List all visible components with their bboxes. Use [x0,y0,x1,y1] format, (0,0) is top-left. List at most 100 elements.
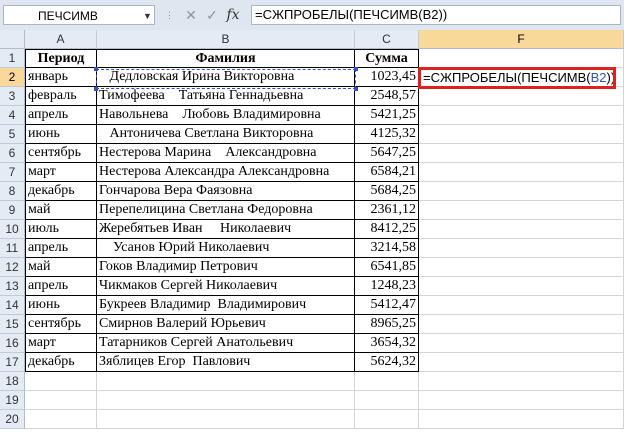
table-cell[interactable]: Перепелицина Светлана Федоровна [97,201,355,220]
row-header[interactable]: 10 [0,220,25,239]
row-header[interactable]: 15 [0,315,25,334]
row-header[interactable]: 20 [0,410,25,429]
empty-cell[interactable] [97,391,355,410]
row-header[interactable]: 12 [0,258,25,277]
table-cell[interactable]: Нестерова Александра Александровна [97,163,355,182]
row-header[interactable]: 1 [0,49,25,68]
table-cell[interactable]: Чикмаков Сергей Николаевич [97,277,355,296]
empty-cell[interactable] [419,220,624,239]
empty-cell[interactable] [419,239,624,258]
table-cell[interactable]: сентябрь [25,144,97,163]
empty-cell[interactable] [25,410,97,429]
table-cell[interactable]: Усанов Юрий Николаевич [97,239,355,258]
table-cell[interactable]: апрель [25,239,97,258]
table-cell[interactable]: март [25,334,97,353]
table-cell[interactable]: Дедловская Ирина Викторовна [97,68,355,87]
table-cell[interactable]: 1248,23 [355,277,419,296]
row-header[interactable]: 18 [0,372,25,391]
row-header[interactable]: 8 [0,182,25,201]
drag-handle-icon[interactable]: ⋮ [165,5,174,25]
table-cell[interactable]: Зяблицев Егор Павлович [97,353,355,372]
empty-cell[interactable] [419,144,624,163]
empty-cell[interactable] [419,125,624,144]
row-header[interactable]: 7 [0,163,25,182]
row-header[interactable]: 3 [0,87,25,106]
table-cell[interactable]: Тимофеева Татьяна Геннадьевна [97,87,355,106]
table-cell[interactable]: февраль [25,87,97,106]
table-cell[interactable]: 5421,25 [355,106,419,125]
formula-input[interactable]: =СЖПРОБЕЛЫ(ПЕЧСИМВ(B2)) [251,5,621,25]
empty-cell[interactable] [419,163,624,182]
empty-cell[interactable] [97,372,355,391]
editing-cell-f2[interactable]: =СЖПРОБЕЛЫ(ПЕЧСИМВ(B2)) [418,67,616,89]
table-cell[interactable]: июнь [25,296,97,315]
insert-function-button[interactable]: fx [224,5,242,25]
table-cell[interactable]: Гончарова Вера Фаязовна [97,182,355,201]
table-cell[interactable]: апрель [25,106,97,125]
row-header[interactable]: 6 [0,144,25,163]
row-header[interactable]: 19 [0,391,25,410]
row-header[interactable]: 16 [0,334,25,353]
empty-cell[interactable] [355,391,419,410]
empty-cell[interactable] [419,372,624,391]
table-cell[interactable]: 5647,25 [355,144,419,163]
row-header[interactable]: 17 [0,353,25,372]
table-cell[interactable]: Букреев Владимир Владимирович [97,296,355,315]
table-cell[interactable]: 5624,32 [355,353,419,372]
table-cell[interactable]: июнь [25,125,97,144]
empty-cell[interactable] [419,182,624,201]
empty-cell[interactable] [419,353,624,372]
select-all-corner[interactable] [0,30,25,49]
chevron-down-icon[interactable]: ▼ [143,6,152,26]
row-header[interactable]: 11 [0,239,25,258]
table-header-cell[interactable]: Фамилия [97,49,355,68]
row-header[interactable]: 13 [0,277,25,296]
table-cell[interactable]: 1023,45 [355,68,419,87]
empty-cell[interactable] [419,49,624,68]
table-cell[interactable]: 6584,21 [355,163,419,182]
table-header-cell[interactable]: Сумма [355,49,419,68]
table-cell[interactable]: 2361,12 [355,201,419,220]
table-cell[interactable]: 3654,32 [355,334,419,353]
name-box[interactable]: ПЕЧСИМВ [3,5,155,25]
empty-cell[interactable] [97,410,355,429]
column-header-b[interactable]: B [97,30,355,49]
table-cell[interactable]: январь [25,68,97,87]
enter-icon[interactable]: ✓ [203,5,221,25]
table-cell[interactable]: Гоков Владимир Петрович [97,258,355,277]
column-header-c[interactable]: C [355,30,419,49]
row-header[interactable]: 5 [0,125,25,144]
column-header-a[interactable]: A [25,30,97,49]
table-header-cell[interactable]: Период [25,49,97,68]
table-cell[interactable]: 5684,25 [355,182,419,201]
empty-cell[interactable] [419,258,624,277]
table-cell[interactable]: 8965,25 [355,315,419,334]
empty-cell[interactable] [419,87,624,106]
table-cell[interactable]: апрель [25,277,97,296]
empty-cell[interactable] [25,372,97,391]
row-header[interactable]: 2 [0,68,25,87]
table-cell[interactable]: Нестерова Марина Александровна [97,144,355,163]
empty-cell[interactable] [419,277,624,296]
table-cell[interactable]: май [25,201,97,220]
table-cell[interactable]: 2548,57 [355,87,419,106]
table-cell[interactable]: Навольнева Любовь Владимировна [97,106,355,125]
empty-cell[interactable] [419,201,624,220]
empty-cell[interactable] [419,106,624,125]
empty-cell[interactable] [355,410,419,429]
table-cell[interactable]: Антоничева Светлана Викторовна [97,125,355,144]
table-cell[interactable]: 6541,85 [355,258,419,277]
table-cell[interactable]: 4125,32 [355,125,419,144]
table-cell[interactable]: сентябрь [25,315,97,334]
empty-cell[interactable] [419,315,624,334]
table-cell[interactable]: 5412,47 [355,296,419,315]
table-cell[interactable]: май [25,258,97,277]
table-cell[interactable]: июль [25,220,97,239]
table-cell[interactable]: Татарников Сергей Анатольевич [97,334,355,353]
empty-cell[interactable] [419,334,624,353]
table-cell[interactable]: 8412,25 [355,220,419,239]
table-cell[interactable]: Смирнов Валерий Юрьевич [97,315,355,334]
row-header[interactable]: 9 [0,201,25,220]
row-header[interactable]: 4 [0,106,25,125]
empty-cell[interactable] [419,410,624,429]
